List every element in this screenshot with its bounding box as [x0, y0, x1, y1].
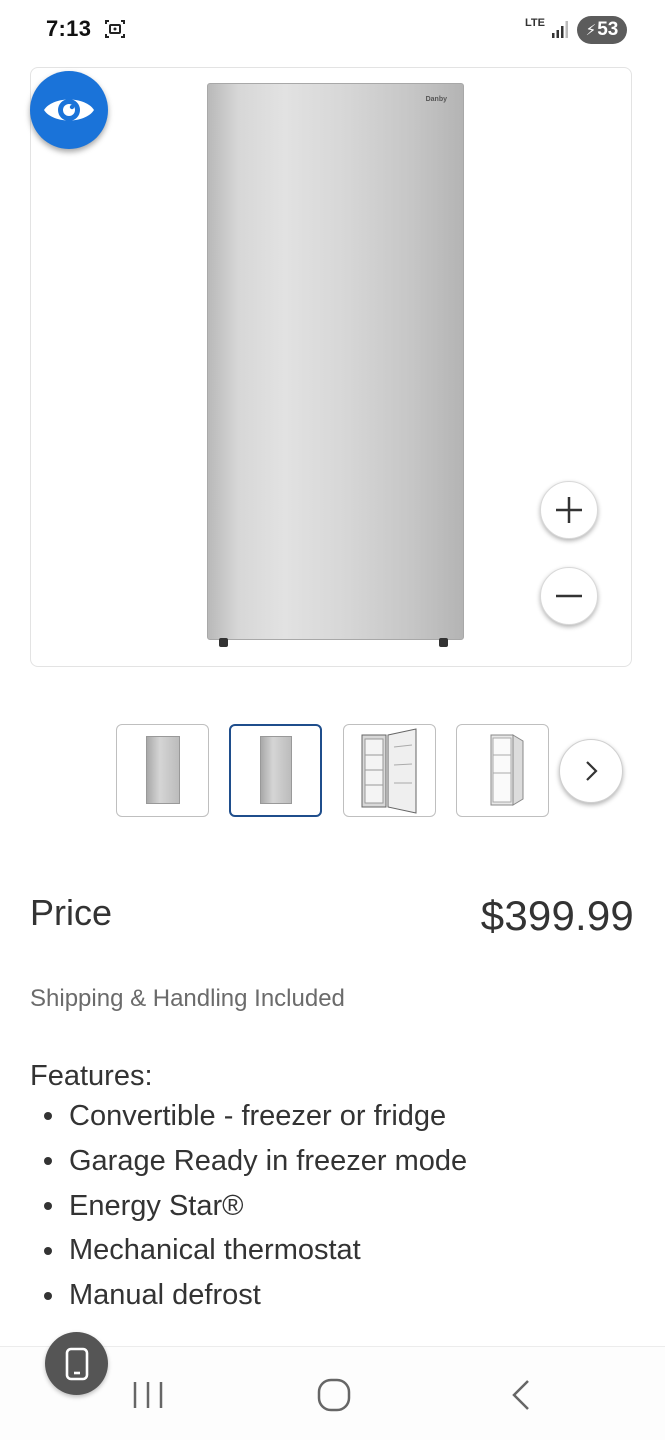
thumbnail-image — [146, 736, 180, 804]
thumbnail-image — [490, 734, 524, 806]
screenshot-icon — [105, 20, 125, 38]
home-icon[interactable] — [317, 1378, 351, 1412]
feature-text: Energy Star® — [69, 1189, 244, 1222]
freezer-foot — [439, 638, 448, 647]
price-label: Price — [30, 892, 113, 933]
battery-level: 53 — [597, 19, 619, 40]
bullet-icon — [44, 1157, 52, 1166]
price-value: $399.99 — [480, 892, 634, 939]
battery-indicator: ⚡ 53 — [577, 16, 627, 44]
feature-item: Energy Star® — [44, 1184, 467, 1229]
features-list: Convertible - freezer or fridge Garage R… — [44, 1094, 467, 1318]
zoom-out-button[interactable] — [540, 567, 598, 625]
thumbnail-image — [260, 736, 292, 804]
feature-text: Garage Ready in freezer mode — [69, 1144, 468, 1177]
feature-text: Convertible - freezer or fridge — [69, 1100, 447, 1132]
thumbnail-4[interactable] — [456, 724, 549, 817]
chevron-right-icon — [586, 761, 598, 781]
product-main-image: Danby — [207, 83, 464, 648]
freezer-foot — [219, 638, 228, 647]
bullet-icon — [44, 1201, 52, 1210]
brand-logo: Danby — [425, 96, 447, 103]
floating-device-button[interactable] — [45, 1332, 108, 1395]
features-title: Features: — [30, 1060, 153, 1092]
eye-icon — [44, 99, 94, 121]
feature-text: Mechanical thermostat — [69, 1234, 361, 1267]
device-icon — [65, 1347, 88, 1380]
charging-icon: ⚡ — [585, 22, 597, 39]
feature-item: Convertible - freezer or fridge — [44, 1094, 467, 1139]
freezer-body: Danby — [207, 83, 464, 640]
feature-item: Manual defrost — [44, 1273, 467, 1318]
view-toggle-button[interactable] — [30, 71, 108, 149]
feature-text: Manual defrost — [69, 1279, 261, 1312]
bullet-icon — [44, 1112, 52, 1121]
bullet-icon — [44, 1291, 52, 1300]
feature-item: Garage Ready in freezer mode — [44, 1139, 467, 1184]
thumbnail-image — [361, 728, 417, 814]
back-icon[interactable] — [508, 1378, 534, 1412]
shipping-info: Shipping & Handling Included — [30, 985, 345, 1012]
zoom-in-button[interactable] — [540, 481, 598, 539]
bullet-icon — [44, 1246, 52, 1255]
thumbnails-next-button[interactable] — [559, 739, 623, 803]
recents-icon[interactable] — [131, 1380, 165, 1410]
zoom-out-icon — [556, 594, 582, 598]
status-bar: 7:13 LTE ⚡ 53 — [0, 0, 665, 62]
zoom-in-icon — [556, 497, 582, 523]
thumbnail-3[interactable] — [343, 724, 436, 817]
thumbnail-1[interactable] — [116, 724, 209, 817]
thumbnail-2[interactable] — [229, 724, 322, 817]
status-time: 7:13 — [46, 16, 92, 41]
feature-item: Mechanical thermostat — [44, 1228, 467, 1273]
network-type: LTE — [525, 17, 545, 29]
signal-icon — [552, 21, 568, 38]
